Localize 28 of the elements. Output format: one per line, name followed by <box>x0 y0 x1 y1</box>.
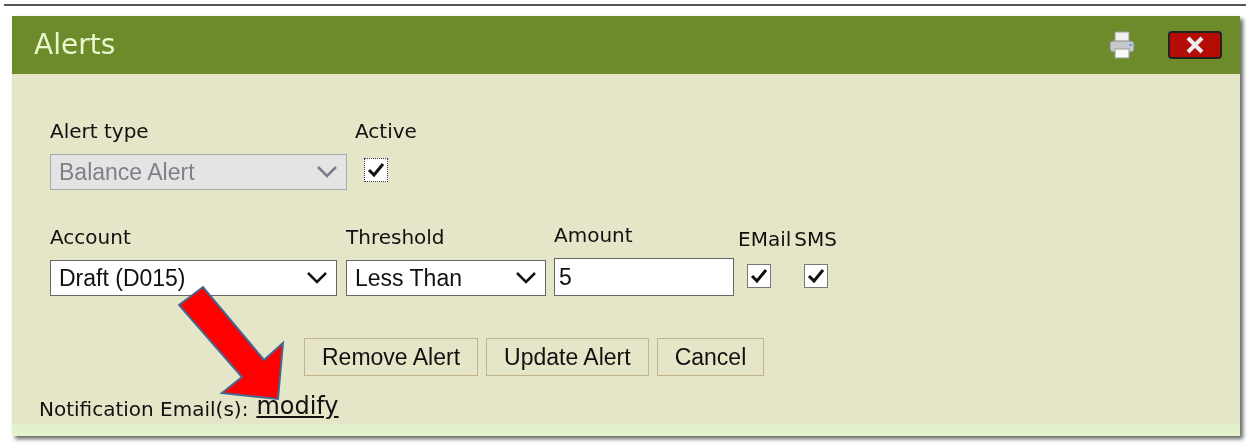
checkbox[interactable] <box>364 158 388 182</box>
close-button[interactable] <box>1168 31 1222 59</box>
action-button[interactable]: Cancel <box>656 338 765 376</box>
account-select[interactable]: Draft (D015) <box>50 260 337 296</box>
field-label: EMail <box>738 226 792 253</box>
checkbox[interactable] <box>803 264 828 288</box>
field-label: Account <box>50 224 132 251</box>
chevron-down-icon <box>515 271 537 285</box>
action-button[interactable]: Remove Alert <box>304 338 479 376</box>
dialog-title: Alerts <box>34 27 117 63</box>
amount-field[interactable]: 5 <box>554 258 734 296</box>
field-label: Alert type <box>50 118 150 145</box>
field-label: SMS <box>794 226 837 253</box>
checkmark-icon <box>749 268 768 284</box>
field-label: Active <box>355 118 417 145</box>
notification-label: Notification Email(s): <box>39 396 249 423</box>
threshold-select[interactable]: Less Than <box>346 260 546 296</box>
chevron-down-icon <box>316 165 338 179</box>
checkmark-icon <box>367 162 385 178</box>
checkbox[interactable] <box>746 264 771 288</box>
action-button[interactable]: Update Alert <box>486 338 649 376</box>
close-icon <box>1184 36 1206 54</box>
printer-icon[interactable] <box>1108 30 1136 60</box>
chevron-down-icon <box>306 271 328 285</box>
field-label: Amount <box>554 222 634 249</box>
modify-link[interactable]: modify <box>256 388 339 424</box>
field-label: Threshold <box>346 224 446 251</box>
checkmark-icon <box>806 268 825 284</box>
